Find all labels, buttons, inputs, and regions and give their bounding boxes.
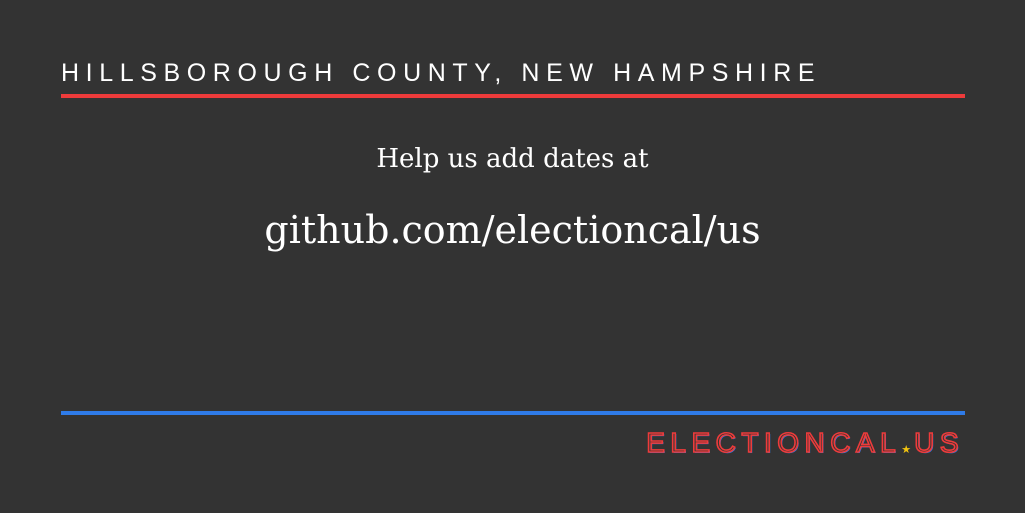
share-card: HILLSBOROUGH COUNTY, NEW HAMPSHIRE Help …: [0, 0, 1025, 513]
star-icon: ★: [901, 442, 912, 456]
region-title: HILLSBOROUGH COUNTY, NEW HAMPSHIRE: [61, 59, 822, 87]
help-text: Help us add dates at: [376, 144, 649, 174]
logo-text-tld: US: [913, 427, 964, 459]
repo-link[interactable]: github.com/electioncal/us: [0, 205, 1025, 255]
blue-divider: [61, 411, 965, 415]
electioncal-logo: ELECTIONCAL ★ US: [645, 427, 964, 459]
logo-text-main: ELECTIONCAL: [645, 427, 902, 459]
red-divider: [61, 94, 965, 98]
